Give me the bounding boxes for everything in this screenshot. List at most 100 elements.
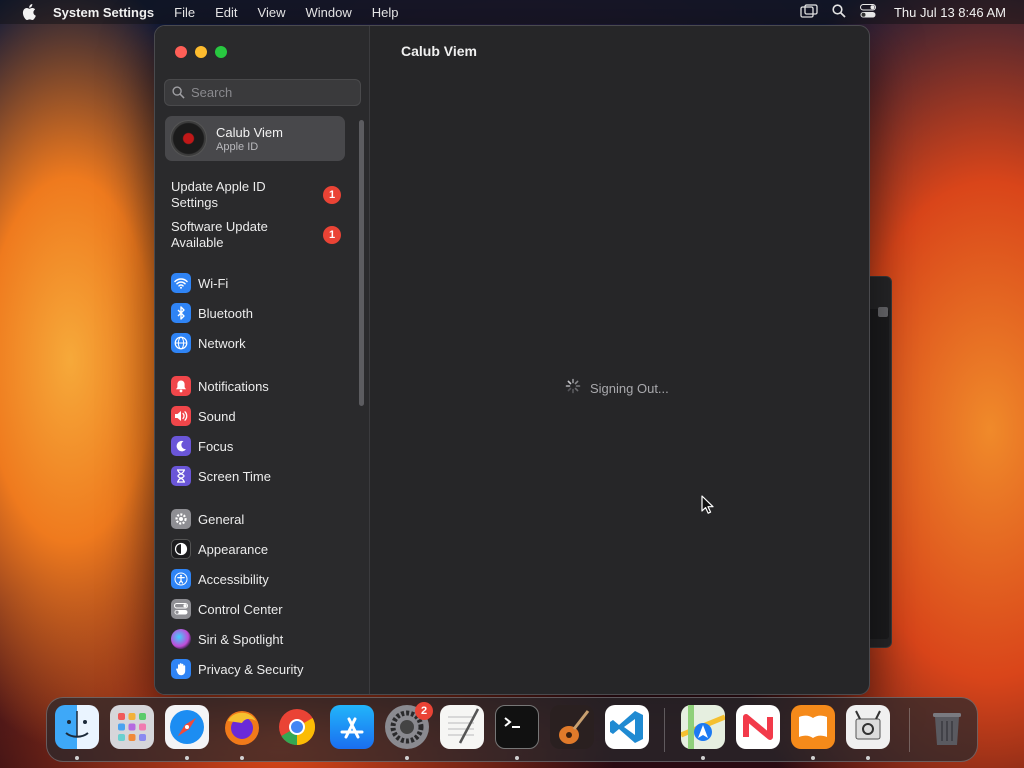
menu-clock[interactable]: Thu Jul 13 8:46 AM: [894, 5, 1006, 20]
apple-menu-icon[interactable]: [18, 4, 40, 20]
sidebar-item-accessibility[interactable]: Accessibility: [171, 568, 269, 590]
sidebar-item-label: Network: [198, 335, 246, 351]
menu-app-name[interactable]: System Settings: [53, 5, 154, 20]
dock-running-indicator: [240, 756, 244, 760]
menu-file[interactable]: File: [174, 5, 195, 20]
search-input[interactable]: [191, 85, 351, 100]
general-gear-icon: [171, 509, 191, 529]
sidebar-item-network[interactable]: Network: [171, 332, 246, 354]
dock-running-indicator: [75, 756, 79, 760]
focus-moon-icon: [171, 436, 191, 456]
signing-out-label: Signing Out...: [590, 381, 669, 396]
sidebar-item-label: Accessibility: [198, 571, 269, 587]
notice-label: Software Update Available: [171, 219, 268, 250]
sidebar-item-notifications[interactable]: Notifications: [171, 375, 269, 397]
textedit-icon: [448, 708, 480, 744]
sidebar-item-sound[interactable]: Sound: [171, 405, 236, 427]
notice-badge: 1: [323, 226, 341, 244]
page-title: Calub Viem: [401, 43, 477, 59]
dock-launchpad[interactable]: [110, 705, 154, 749]
sidebar-item-focus[interactable]: Focus: [171, 435, 233, 457]
menu-window[interactable]: Window: [305, 5, 351, 20]
sound-speaker-icon: [171, 406, 191, 426]
apple-id-account[interactable]: Calub Viem Apple ID: [165, 116, 345, 161]
network-globe-icon: [171, 333, 191, 353]
dock-safari[interactable]: [165, 705, 209, 749]
maps-icon: [680, 705, 726, 749]
minimize-button[interactable]: [195, 46, 207, 58]
notice-badge: 1: [323, 186, 341, 204]
software-update-available-item[interactable]: Software Update Available 1: [171, 219, 351, 251]
sidebar-item-label: Sound: [198, 408, 236, 424]
sidebar-item-label: Appearance: [198, 541, 269, 557]
sidebar: Calub Viem Apple ID Update Apple ID Sett…: [155, 26, 370, 694]
firefox-icon: [225, 711, 259, 745]
spinner-icon: [565, 378, 581, 399]
search-icon: [172, 86, 185, 99]
system-settings-window: Calub Viem Apple ID Update Apple ID Sett…: [154, 25, 870, 695]
dock-terminal[interactable]: [495, 705, 539, 749]
control-center-menu-icon[interactable]: [859, 3, 876, 21]
account-name: Calub Viem: [216, 124, 283, 140]
dock-finder[interactable]: [55, 705, 99, 749]
background-window-control[interactable]: [878, 307, 888, 317]
dock: [46, 697, 978, 762]
zoom-button[interactable]: [215, 46, 227, 58]
dock-app-store[interactable]: [330, 705, 374, 749]
sidebar-item-label: Bluetooth: [198, 305, 253, 321]
close-button[interactable]: [175, 46, 187, 58]
dock-vscode[interactable]: [605, 705, 649, 749]
sidebar-item-label: Focus: [198, 438, 234, 454]
privacy-hand-icon: [171, 659, 191, 679]
sidebar-item-screen-time[interactable]: Screen Time: [171, 465, 271, 487]
dock-trash[interactable]: [925, 705, 969, 749]
menu-help[interactable]: Help: [372, 5, 399, 20]
sidebar-item-label: Siri & Spotlight: [198, 631, 284, 647]
sidebar-item-wifi[interactable]: Wi-Fi: [171, 272, 228, 294]
search-field[interactable]: [164, 79, 361, 106]
sidebar-item-bluetooth[interactable]: Bluetooth: [171, 302, 253, 324]
safari-compass-icon: [170, 710, 204, 744]
update-apple-id-settings-item[interactable]: Update Apple ID Settings 1: [171, 179, 351, 211]
trash-icon: [933, 713, 961, 745]
screen-time-hourglass-icon: [171, 466, 191, 486]
sidebar-item-control-center[interactable]: Control Center: [171, 598, 283, 620]
launchpad-grid-icon: [118, 713, 146, 741]
dock-maps[interactable]: [680, 705, 726, 749]
dock-books[interactable]: [791, 705, 835, 749]
spotlight-search-icon[interactable]: [832, 3, 846, 21]
dock-chrome[interactable]: [275, 705, 319, 749]
dock-running-indicator: [866, 756, 870, 760]
avatar: [170, 120, 207, 157]
dock-separator: [664, 708, 665, 752]
sidebar-item-label: Screen Time: [198, 468, 271, 484]
dock-firefox[interactable]: [220, 705, 264, 749]
sidebar-item-general[interactable]: General: [171, 508, 244, 530]
appearance-icon: [171, 539, 191, 559]
screen-mirroring-icon[interactable]: [800, 3, 818, 21]
dock-running-indicator: [701, 756, 705, 760]
sidebar-item-appearance[interactable]: Appearance: [171, 538, 268, 560]
sidebar-item-siri-spotlight[interactable]: Siri & Spotlight: [171, 628, 283, 650]
dock-running-indicator: [515, 756, 519, 760]
app-store-icon: [340, 717, 364, 739]
notifications-bell-icon: [171, 376, 191, 396]
dock-news[interactable]: [736, 705, 780, 749]
menu-view[interactable]: View: [258, 5, 286, 20]
account-subtitle: Apple ID: [216, 140, 259, 153]
news-icon: [743, 714, 773, 740]
dock-preview[interactable]: [846, 705, 890, 749]
sidebar-item-privacy-security[interactable]: Privacy & Security: [171, 658, 303, 680]
accessibility-icon: [171, 569, 191, 589]
control-center-icon: [171, 599, 191, 619]
dock-textedit[interactable]: [440, 705, 484, 749]
sidebar-scrollbar[interactable]: [359, 120, 364, 406]
window-controls: [175, 46, 227, 58]
sidebar-item-label: Wi-Fi: [198, 275, 229, 291]
vscode-icon: [610, 711, 643, 743]
dock-garageband[interactable]: [550, 705, 594, 749]
menu-edit[interactable]: Edit: [215, 5, 237, 20]
menu-bar: System Settings File Edit View Window He…: [0, 0, 1024, 24]
dock-separator: [909, 708, 910, 752]
terminal-icon: [504, 717, 520, 728]
